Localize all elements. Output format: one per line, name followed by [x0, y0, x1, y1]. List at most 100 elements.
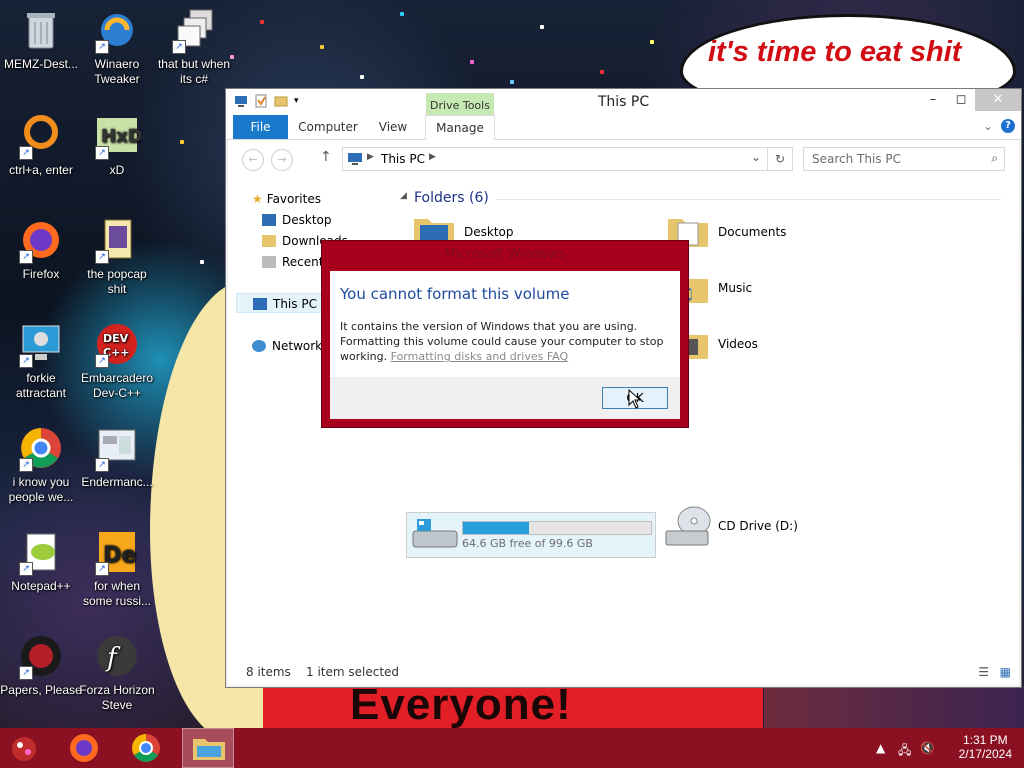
- cd-drive-icon[interactable]: [664, 505, 711, 546]
- folder-documents-label[interactable]: Documents: [718, 225, 786, 239]
- breadcrumb-this-pc[interactable]: This PC: [381, 152, 425, 166]
- expand-ribbon-icon[interactable]: ⌄: [983, 119, 993, 133]
- desktop-icon-label: Endermanc...: [81, 475, 153, 489]
- item-count: 8 items: [246, 665, 291, 679]
- recycle-bin-icon: [17, 6, 65, 54]
- desktop-icon-notepadpp[interactable]: ↗ Notepad++: [0, 528, 82, 594]
- tab-manage[interactable]: Manage: [425, 115, 495, 140]
- search-icon[interactable]: ⌕: [991, 151, 998, 166]
- up-button[interactable]: ↑: [320, 149, 332, 165]
- volume-muted-icon[interactable]: 🔇: [920, 741, 935, 755]
- dialog-message-block: It contains the version of Windows that …: [340, 319, 670, 364]
- desktop-icon-devcpp[interactable]: DEV C++ ↗ Embarcadero Dev-C++: [76, 320, 158, 401]
- forward-button[interactable]: →: [271, 149, 293, 171]
- nav-label: Desktop: [282, 213, 332, 227]
- desktop-icon-label: that but when its c#: [157, 57, 231, 86]
- folder-videos-label[interactable]: Videos: [718, 337, 758, 351]
- desktop-icon-label: Firefox: [22, 267, 60, 281]
- desktop-icon-label: Embarcadero Dev-C++: [80, 371, 154, 400]
- taskbar: ▲ 🖧 🔇 1:31 PM 2/17/2024: [0, 728, 1024, 768]
- address-dropdown-icon[interactable]: ⌄: [751, 150, 761, 164]
- faq-link[interactable]: Formatting disks and drives FAQ: [391, 350, 569, 363]
- start-button[interactable]: [0, 728, 52, 768]
- taskbar-file-explorer[interactable]: [182, 728, 234, 768]
- desktop-icon-papers-please[interactable]: ↗ Papers, Please: [0, 632, 82, 698]
- title-bar[interactable]: ▾ Drive Tools This PC – ◻ ✕: [226, 89, 1021, 117]
- tab-computer[interactable]: Computer: [296, 115, 360, 139]
- desktop-icon-label: for when some russi...: [82, 579, 151, 608]
- disk-free-text: 64.6 GB free of 99.6 GB: [462, 537, 593, 550]
- tab-view[interactable]: View: [370, 115, 416, 139]
- firefox-icon: ↗: [17, 216, 65, 264]
- monitor-gear-icon: ↗: [17, 320, 65, 368]
- clock-time: 1:31 PM: [962, 733, 1008, 747]
- desktop-icon-xd[interactable]: HxD ↗ xD: [76, 112, 158, 178]
- show-hidden-icons[interactable]: ▲: [876, 741, 885, 755]
- de-icon: De ↗: [93, 528, 141, 576]
- maximize-button[interactable]: ◻: [947, 89, 975, 111]
- details-view-icon[interactable]: ☰: [978, 665, 989, 679]
- selection-count: 1 item selected: [306, 665, 400, 679]
- nav-label: This PC: [273, 297, 317, 311]
- copy-windows-icon: ↗: [170, 6, 218, 54]
- desktop-icon-memz[interactable]: MEMZ-Dest...: [0, 6, 82, 72]
- star-icon: ★: [252, 192, 263, 206]
- folder-desktop-label[interactable]: Desktop: [464, 225, 514, 239]
- this-pc-icon: [347, 152, 363, 169]
- desktop-icon-label: ctrl+a, enter: [9, 163, 73, 177]
- desktop-icon-label: Papers, Please: [0, 683, 82, 697]
- folder-music-label[interactable]: Music: [718, 281, 752, 295]
- help-icon[interactable]: ?: [1001, 119, 1015, 133]
- desktop-icon-label: the popcap shit: [87, 267, 147, 296]
- chrome-icon: ↗: [17, 424, 65, 472]
- desktop-icon-russian[interactable]: De ↗ for when some russi...: [76, 528, 158, 609]
- desktop-icon-winaero[interactable]: ↗ Winaero Tweaker: [76, 6, 158, 87]
- refresh-button[interactable]: ↻: [767, 147, 793, 171]
- ring-icon: ↗: [17, 112, 65, 160]
- desktop-icon-csharp[interactable]: ↗ that but when its c#: [153, 6, 235, 87]
- nav-network[interactable]: Network: [252, 336, 322, 356]
- search-input[interactable]: Search This PC ⌕: [803, 147, 1005, 171]
- nav-desktop[interactable]: Desktop: [262, 210, 332, 230]
- desktop-icon-ctrl-a[interactable]: ↗ ctrl+a, enter: [0, 112, 82, 178]
- group-divider: [496, 199, 1001, 200]
- taskbar-chrome[interactable]: [120, 728, 172, 768]
- address-bar-row: ← → ↑ ▶ This PC ▶ ⌄ ↻ Search This PC ⌕: [226, 140, 1021, 176]
- dialog-body: You cannot format this volume It contain…: [330, 271, 680, 377]
- nav-favorites[interactable]: ★ Favorites: [252, 189, 321, 209]
- taskbar-firefox[interactable]: [58, 728, 110, 768]
- window-controls: – ◻ ✕: [919, 89, 1021, 111]
- desktop-icon-label: MEMZ-Dest...: [4, 57, 78, 71]
- large-icons-view-icon[interactable]: ▦: [1000, 665, 1011, 679]
- disk-usage-fill: [463, 522, 529, 534]
- desktop-icon-chrome[interactable]: ↗ i know you people we...: [0, 424, 82, 505]
- svg-text:DEV: DEV: [103, 332, 129, 345]
- desktop-icon-label: xD: [109, 163, 125, 177]
- downloads-icon: [262, 235, 276, 247]
- devcpp-icon: DEV C++ ↗: [93, 320, 141, 368]
- format-error-dialog: Microsoft Windows You cannot format this…: [321, 240, 689, 428]
- cd-drive-label[interactable]: CD Drive (D:): [718, 519, 798, 533]
- breadcrumb-chevron-icon[interactable]: ▶: [429, 152, 436, 162]
- address-field[interactable]: ▶ This PC ▶ ⌄: [342, 147, 768, 171]
- desktop-icon-enderman[interactable]: ↗ Endermanc...: [76, 424, 158, 490]
- hxd-icon: HxD ↗: [93, 112, 143, 160]
- desktop-icon-forza[interactable]: f Forza Horizon Steve: [76, 632, 158, 713]
- desktop-icon-popcap[interactable]: ↗ the popcap shit: [76, 216, 158, 297]
- desktop-icon-label: forkie attractant: [15, 371, 67, 400]
- close-button[interactable]: ✕: [975, 89, 1021, 111]
- folders-group-title[interactable]: Folders (6): [414, 190, 489, 206]
- flash-icon: f: [93, 632, 141, 680]
- clock[interactable]: 1:31 PM 2/17/2024: [959, 733, 1012, 761]
- minimize-button[interactable]: –: [919, 89, 947, 111]
- tab-file[interactable]: File: [233, 115, 288, 139]
- network-tray-icon[interactable]: 🖧: [898, 741, 911, 762]
- collapse-group-icon[interactable]: ◢: [400, 191, 407, 201]
- desktop-icon-forkie[interactable]: ↗ forkie attractant: [0, 320, 82, 401]
- desktop-icon-firefox[interactable]: ↗ Firefox: [0, 216, 82, 282]
- status-bar: 8 items 1 item selected ☰ ▦: [226, 659, 1021, 687]
- back-button[interactable]: ←: [242, 149, 264, 171]
- network-icon: [252, 340, 266, 352]
- local-disk-tile[interactable]: 64.6 GB free of 99.6 GB: [406, 512, 656, 558]
- nav-label: Network: [272, 339, 323, 353]
